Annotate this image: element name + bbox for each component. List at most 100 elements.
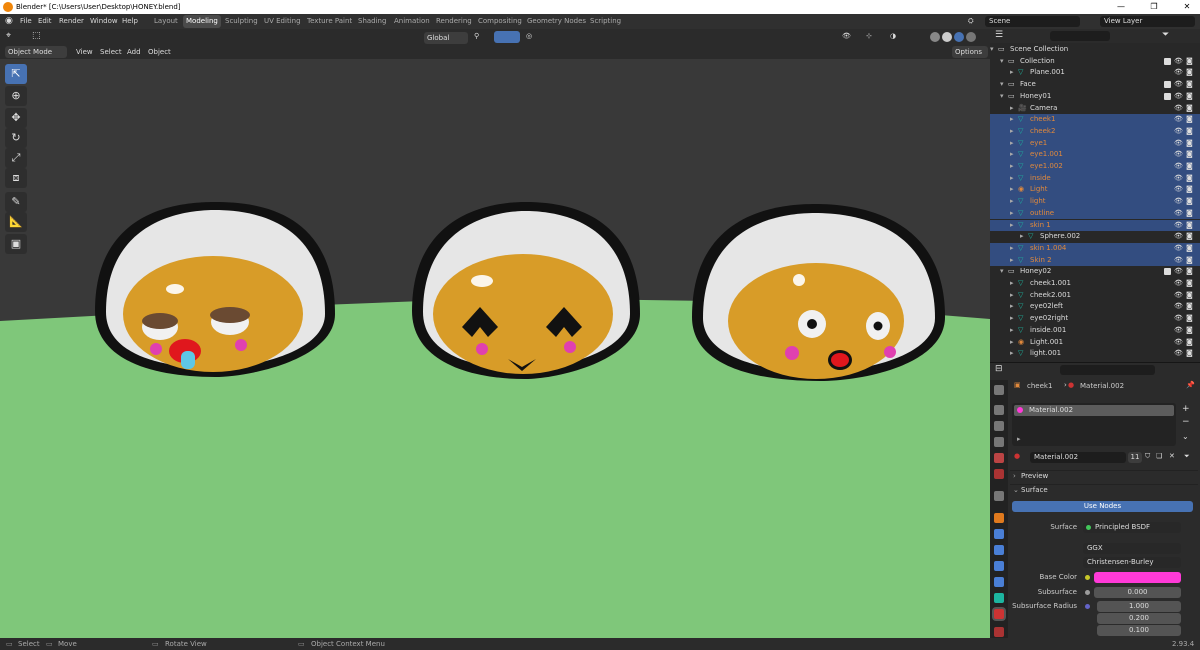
chevron-right-icon[interactable]: ▸	[1010, 313, 1014, 325]
list-expand-icon[interactable]: ▸	[1017, 435, 1021, 443]
chevron-right-icon[interactable]: ▸	[1010, 67, 1014, 79]
render-camera-icon[interactable]: ◙	[1186, 184, 1193, 196]
material-slot-list[interactable]: Material.002 ▸	[1012, 403, 1176, 446]
minimize-button[interactable]: —	[1110, 0, 1132, 14]
tab-layout[interactable]: Layout	[151, 15, 181, 28]
add-slot-icon[interactable]: +	[1182, 404, 1190, 414]
chevron-right-icon[interactable]: ▸	[1010, 161, 1014, 173]
blender-menu-icon[interactable]: ◉	[5, 14, 13, 29]
eye-icon[interactable]: 👁	[1174, 184, 1183, 196]
material-slot-row[interactable]: Material.002	[1014, 405, 1174, 416]
tab-material-icon[interactable]	[994, 609, 1004, 619]
maximize-button[interactable]: ❐	[1143, 0, 1165, 14]
annotate-tool-button[interactable]: ✎	[5, 192, 27, 212]
exclude-checkbox[interactable]	[1164, 92, 1171, 100]
outliner-row[interactable]: ▸ ▽ cheek1 👁 ◙	[990, 114, 1200, 126]
tab-tool-icon[interactable]	[994, 385, 1004, 395]
tab-collection-icon[interactable]	[994, 491, 1004, 501]
tab-constraints-icon[interactable]	[994, 577, 1004, 587]
outliner-row[interactable]: ▾ ▭ Honey02 👁 ◙	[990, 266, 1200, 278]
eye-icon[interactable]: 👁	[1174, 348, 1183, 360]
outliner-row[interactable]: ▾ ▭ Honey01 👁 ◙	[990, 91, 1200, 103]
tab-particles-icon[interactable]	[994, 545, 1004, 555]
eye-icon[interactable]: 👁	[1174, 173, 1183, 185]
base-color-swatch[interactable]	[1094, 572, 1181, 583]
render-camera-icon[interactable]: ◙	[1186, 220, 1193, 232]
render-camera-icon[interactable]: ◙	[1186, 173, 1193, 185]
wireframe-shading-button[interactable]	[930, 32, 940, 42]
render-camera-icon[interactable]: ◙	[1186, 208, 1193, 220]
chevron-down-icon[interactable]: ▾	[1000, 56, 1004, 68]
tab-animation[interactable]: Animation	[391, 15, 433, 28]
distribution-dropdown[interactable]: GGX	[1083, 543, 1181, 554]
visibility-icon[interactable]: 👁	[842, 32, 851, 40]
subsurface-radius-z[interactable]: 0.100	[1097, 625, 1181, 636]
outliner-row[interactable]: ▸ ▽ Skin 2 👁 ◙	[990, 254, 1200, 267]
menu-edit[interactable]: Edit	[38, 14, 52, 29]
outliner-row[interactable]: ▸ ▽ skin 1.004 👁 ◙	[990, 242, 1200, 255]
eye-icon[interactable]: 👁	[1174, 266, 1183, 278]
render-camera-icon[interactable]: ◙	[1186, 91, 1193, 103]
tab-output-icon[interactable]	[994, 421, 1004, 431]
outliner-row[interactable]: ▸ ▽ light.001 👁 ◙	[990, 348, 1200, 360]
render-camera-icon[interactable]: ◙	[1186, 149, 1193, 161]
duplicate-icon[interactable]: ❏	[1156, 452, 1162, 460]
chevron-right-icon[interactable]: ▸	[1010, 348, 1014, 360]
outliner-row[interactable]: ▸ ▽ skin 1 👁 ◙	[990, 219, 1200, 232]
tab-modeling[interactable]: Modeling	[183, 15, 221, 28]
eye-icon[interactable]: 👁	[1174, 325, 1183, 337]
select-tool-button[interactable]: ⇱	[5, 64, 27, 84]
tab-texture-paint[interactable]: Texture Paint	[304, 15, 355, 28]
measure-tool-button[interactable]: 📐	[5, 212, 27, 232]
tab-sculpting[interactable]: Sculpting	[222, 15, 261, 28]
render-camera-icon[interactable]: ◙	[1186, 337, 1193, 349]
chevron-right-icon[interactable]: ▸	[1010, 149, 1014, 161]
outliner-row[interactable]: ▸ ◉ Light.001 👁 ◙	[990, 337, 1200, 349]
eye-icon[interactable]: 👁	[1174, 67, 1183, 79]
outliner-row[interactable]: ▸ 🎥 Camera 👁 ◙	[990, 103, 1200, 115]
eye-icon[interactable]: 👁	[1174, 91, 1183, 103]
exclude-checkbox[interactable]	[1164, 268, 1171, 276]
outliner-row[interactable]: ▸ ◉ Light 👁 ◙	[990, 184, 1200, 197]
eye-icon[interactable]: 👁	[1174, 301, 1183, 313]
tab-scripting[interactable]: Scripting	[587, 15, 624, 28]
remove-slot-icon[interactable]: −	[1182, 417, 1190, 427]
eye-icon[interactable]: 👁	[1174, 161, 1183, 173]
eye-icon[interactable]: 👁	[1174, 126, 1183, 138]
outliner-row[interactable]: ▸ ▽ eye02right 👁 ◙	[990, 313, 1200, 325]
move-tool-button[interactable]: ✥	[5, 108, 27, 128]
render-camera-icon[interactable]: ◙	[1186, 278, 1193, 290]
render-camera-icon[interactable]: ◙	[1186, 79, 1193, 91]
render-camera-icon[interactable]: ◙	[1186, 243, 1193, 255]
eye-icon[interactable]: 👁	[1174, 313, 1183, 325]
subsurface-radius-y[interactable]: 0.200	[1097, 613, 1181, 624]
chevron-down-icon[interactable]: ▾	[990, 44, 994, 56]
solid-shading-button[interactable]	[942, 32, 952, 42]
add-cube-tool-button[interactable]: ▣	[5, 234, 27, 254]
outliner-row[interactable]: ▸ ▽ eye02left 👁 ◙	[990, 301, 1200, 313]
chevron-right-icon[interactable]: ▸	[1010, 290, 1014, 302]
eye-icon[interactable]: 👁	[1174, 56, 1183, 68]
menu-file[interactable]: File	[20, 14, 32, 29]
filter-icon[interactable]: ⏷	[1162, 30, 1169, 40]
eye-icon[interactable]: 👁	[1174, 278, 1183, 290]
tab-data-icon[interactable]	[994, 593, 1004, 603]
close-button[interactable]: ✕	[1176, 0, 1198, 14]
surface-section-header[interactable]: ⌄ Surface	[1010, 484, 1198, 496]
outliner-row[interactable]: ▸ ▽ cheek1.001 👁 ◙	[990, 278, 1200, 290]
chevron-down-icon[interactable]: ▾	[1000, 266, 1004, 278]
outliner-search-input[interactable]	[1050, 31, 1110, 41]
chevron-right-icon[interactable]: ▸	[1010, 173, 1014, 185]
menu-select[interactable]: Select	[97, 46, 125, 58]
chevron-right-icon[interactable]: ▸	[1020, 231, 1024, 243]
eye-icon[interactable]: 👁	[1174, 231, 1183, 243]
render-camera-icon[interactable]: ◙	[1186, 126, 1193, 138]
outliner-row[interactable]: ▸ ▽ light 👁 ◙	[990, 196, 1200, 208]
outliner-row[interactable]: ▾ ▭ Scene Collection	[990, 44, 1200, 56]
tab-shading[interactable]: Shading	[355, 15, 389, 28]
tab-view-layer-icon[interactable]	[994, 437, 1004, 447]
outliner-row[interactable]: ▸ ▽ Plane.001 👁 ◙	[990, 67, 1200, 79]
proportional-edit-icon[interactable]: ◎	[526, 32, 532, 40]
material-shading-button[interactable]	[954, 32, 964, 42]
view-layer-selector[interactable]: View Layer	[1100, 16, 1195, 27]
